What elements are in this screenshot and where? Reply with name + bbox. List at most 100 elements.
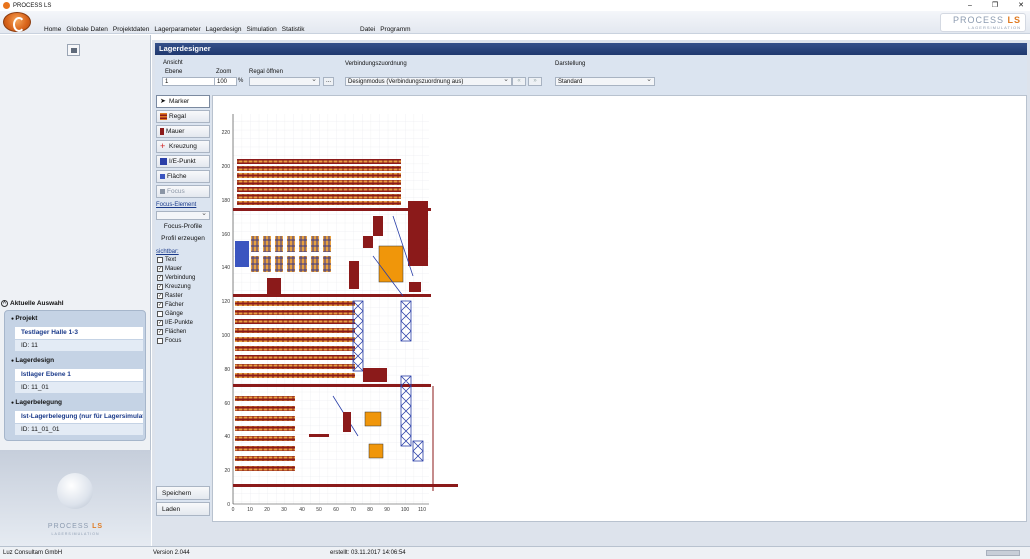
- area-orange[interactable]: [364, 411, 382, 427]
- area-orange[interactable]: [368, 443, 384, 459]
- lagerdesign-value[interactable]: Istlager Ebene 1: [15, 369, 143, 381]
- checkbox-ie-punkte[interactable]: ✓ I/E-Punkte: [157, 320, 193, 326]
- verbindung-next-button[interactable]: »: [528, 77, 542, 86]
- close-button[interactable]: ✕: [1018, 0, 1024, 11]
- regal-oeffnen-label: Regal öffnen: [249, 69, 283, 75]
- x-tick: 10: [247, 507, 253, 513]
- wall-block[interactable]: [409, 282, 421, 292]
- tool-kreuzung[interactable]: + Kreuzung: [156, 140, 210, 153]
- y-tick: 220: [222, 130, 231, 136]
- checkbox-box[interactable]: [157, 311, 163, 317]
- profil-erzeugen-button[interactable]: Profil erzeugen: [156, 235, 210, 242]
- tool-flaeche[interactable]: Fläche: [156, 170, 210, 183]
- lagerdesign-label: Lagerdesign: [11, 357, 54, 364]
- menu-globale-daten[interactable]: Globale Daten: [66, 26, 108, 33]
- checkbox-focus[interactable]: Focus: [157, 338, 181, 344]
- checkbox-faecher[interactable]: ✓ Fächer: [157, 302, 184, 308]
- focus-element-select[interactable]: [156, 210, 210, 220]
- ebene-input[interactable]: 1: [162, 77, 216, 86]
- y-tick: 100: [222, 333, 231, 339]
- checkbox-box[interactable]: ✓: [157, 266, 163, 272]
- selection-header[interactable]: ˄ Aktuelle Auswahl: [1, 300, 64, 307]
- y-axis-ticks: 0 20 40 60 80 100 120 140 160 180 200 22…: [222, 130, 231, 508]
- wall-block[interactable]: [408, 201, 428, 266]
- checkbox-raster[interactable]: ✓ Raster: [157, 293, 183, 299]
- crossing-icon: +: [160, 141, 166, 151]
- wall-block[interactable]: [363, 236, 373, 248]
- menu-programm[interactable]: Programm: [380, 26, 410, 33]
- print-icon[interactable]: [67, 44, 80, 56]
- tool-ie-punkt[interactable]: I/E-Punkt: [156, 155, 210, 168]
- wall-block[interactable]: [343, 412, 351, 432]
- wall[interactable]: [233, 294, 431, 297]
- wall-block[interactable]: [373, 216, 383, 236]
- checkbox-kreuzung[interactable]: ✓ Kreuzung: [157, 284, 191, 290]
- tool-marker[interactable]: ➤ Marker: [156, 95, 210, 108]
- tool-regal[interactable]: Regal: [156, 110, 210, 123]
- x-tick: 110: [418, 507, 426, 513]
- lagerbelegung-value[interactable]: Ist-Lagerbelegung (nur für Lagersimulati…: [15, 411, 143, 423]
- darstellung-select[interactable]: Standard: [555, 76, 655, 86]
- projekt-id: ID: 11: [15, 340, 143, 351]
- wall[interactable]: [233, 484, 458, 487]
- menu-projektdaten[interactable]: Projektdaten: [113, 26, 150, 33]
- restore-button[interactable]: ❐: [992, 0, 998, 11]
- lagerbelegung-id: ID: 11_01_01: [15, 424, 143, 435]
- brand-logo: PROCESS LS LAGERSIMULATION: [940, 13, 1026, 32]
- zoom-input[interactable]: 100: [214, 77, 237, 86]
- projekt-value[interactable]: Testlager Halle 1-3: [15, 327, 143, 339]
- checkbox-box[interactable]: ✓: [157, 320, 163, 326]
- lower-rack-block[interactable]: [235, 301, 355, 378]
- design-canvas[interactable]: 0 20 40 60 80 100 120 140 160 180 200 22…: [212, 95, 1027, 522]
- menu-lagerparameter[interactable]: Lagerparameter: [154, 26, 200, 33]
- checkbox-box[interactable]: [157, 338, 163, 344]
- menu-statistik[interactable]: Statistik: [282, 26, 305, 33]
- browse-button[interactable]: ...: [323, 77, 334, 86]
- checkbox-box[interactable]: ✓: [157, 275, 163, 281]
- checkbox-gaenge[interactable]: Gänge: [157, 311, 183, 317]
- minimize-button[interactable]: –: [968, 0, 972, 11]
- checkbox-box[interactable]: ✓: [157, 302, 163, 308]
- area-orange[interactable]: [378, 245, 404, 283]
- tool-mauer[interactable]: Mauer: [156, 125, 210, 138]
- wall-block[interactable]: [267, 278, 281, 296]
- status-version: Version 2.044: [153, 550, 190, 556]
- checkbox-verbindung[interactable]: ✓ Verbindung: [157, 275, 195, 281]
- left-panel: ˄ Aktuelle Auswahl Projekt Testlager Hal…: [0, 35, 151, 546]
- wall[interactable]: [309, 434, 329, 437]
- x-tick: 100: [401, 507, 410, 513]
- laden-button[interactable]: Laden: [156, 502, 210, 516]
- menu-datei[interactable]: Datei: [360, 26, 375, 33]
- verbindung-prev-button[interactable]: «: [512, 77, 526, 86]
- checkbox-box[interactable]: [157, 257, 163, 263]
- projekt-label: Projekt: [11, 315, 37, 322]
- x-axis-ticks: 0 10 20 30 40 50 60 70 80 90 100 110: [232, 507, 427, 513]
- wall-block[interactable]: [363, 368, 387, 382]
- checkbox-box[interactable]: ✓: [157, 329, 163, 335]
- checkbox-box[interactable]: ✓: [157, 293, 163, 299]
- tool-focus[interactable]: Focus: [156, 185, 210, 198]
- window-title: PROCESS LS: [13, 2, 52, 9]
- checkbox-mauer[interactable]: ✓ Mauer: [157, 266, 182, 272]
- regal-select[interactable]: [249, 76, 320, 86]
- menu-simulation[interactable]: Simulation: [246, 26, 276, 33]
- wall[interactable]: [233, 208, 431, 211]
- cursor-icon: ➤: [160, 98, 166, 105]
- app-orb-button[interactable]: [3, 12, 31, 32]
- checkbox-flaechen[interactable]: ✓ Flächen: [157, 329, 186, 335]
- checkbox-box[interactable]: ✓: [157, 284, 163, 290]
- panel-title: Lagerdesigner: [155, 43, 1027, 55]
- darstellung-label: Darstellung: [555, 61, 586, 67]
- menu-home[interactable]: Home: [44, 26, 61, 33]
- warehouse-plan[interactable]: 0 20 40 60 80 100 120 140 160 180 200 22…: [213, 96, 1028, 523]
- speichern-button[interactable]: Speichern: [156, 486, 210, 500]
- focus-profile-button[interactable]: Focus-Profile: [156, 223, 210, 230]
- status-company: Luz Consultam GmbH: [3, 550, 63, 556]
- collapse-icon[interactable]: ˄: [1, 300, 8, 307]
- wall-block[interactable]: [349, 261, 359, 289]
- shelf-icon: [160, 113, 167, 120]
- menu-lagerdesign[interactable]: Lagerdesign: [206, 26, 242, 33]
- designer-toolbar: Ansicht Ebene 1 Zoom 100 % Regal öffnen …: [155, 55, 1027, 95]
- checkbox-text[interactable]: Text: [157, 257, 176, 263]
- verbindung-select[interactable]: Designmodus (Verbindungszuordnung aus): [345, 76, 512, 86]
